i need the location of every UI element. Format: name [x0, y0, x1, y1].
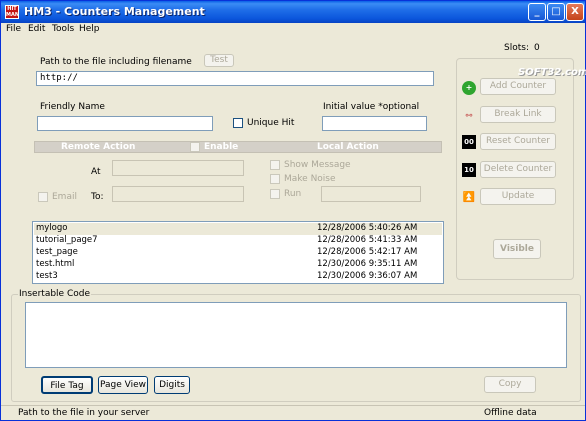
copy-button[interactable]: Copy — [484, 376, 536, 393]
visible-button[interactable]: Visible — [493, 239, 541, 259]
title-bar: HIT MAN HM3 - Counters Management _ □ X — [1, 1, 585, 23]
broken-link-icon: ⚯ — [465, 111, 473, 120]
counter-name: test_page — [36, 247, 78, 257]
counter-date: 12/28/2006 5:40:26 AM — [317, 223, 418, 233]
app-window: HIT MAN HM3 - Counters Management _ □ X … — [0, 0, 586, 421]
file-tag-button[interactable]: File Tag — [41, 376, 93, 394]
counter-name: mylogo — [36, 223, 68, 233]
counter-date: 12/30/2006 9:36:07 AM — [317, 271, 418, 281]
add-icon: + — [462, 81, 476, 95]
to-label: To: — [91, 192, 104, 202]
counter-date: 12/28/2006 5:41:33 AM — [317, 235, 418, 245]
digits-button[interactable]: Digits — [154, 376, 190, 394]
friendly-name-input[interactable] — [37, 116, 213, 131]
page-view-button[interactable]: Page View — [98, 376, 148, 394]
make-noise-label: Make Noise — [284, 174, 336, 184]
at-label: At — [91, 167, 101, 177]
show-message-checkbox[interactable] — [270, 160, 280, 170]
add-counter-button[interactable]: Add Counter — [480, 78, 556, 95]
test-button[interactable]: Test — [204, 54, 234, 67]
status-left-text: Path to the file in your server — [18, 408, 150, 418]
reset-counter-icon: 00 — [462, 135, 476, 149]
email-label: Email — [52, 192, 77, 202]
counter-name: tutorial_page7 — [36, 235, 98, 245]
list-item[interactable]: test_page 12/28/2006 5:42:17 AM — [34, 247, 442, 259]
minimize-button[interactable]: _ — [528, 3, 546, 21]
email-checkbox[interactable] — [38, 192, 48, 202]
menu-bar: File Edit Tools Help — [1, 23, 585, 37]
local-action-label: Local Action — [317, 142, 379, 152]
status-bar: Path to the file in your server Offline … — [1, 405, 585, 420]
delete-counter-icon: 10 — [462, 163, 476, 177]
counter-list[interactable]: mylogo 12/28/2006 5:40:26 AM tutorial_pa… — [32, 221, 444, 284]
list-item[interactable]: test.html 12/30/2006 9:35:11 AM — [34, 259, 442, 271]
insertable-code-label: Insertable Code — [18, 289, 91, 299]
list-item[interactable]: tutorial_page7 12/28/2006 5:41:33 AM — [34, 235, 442, 247]
counter-date: 12/28/2006 5:42:17 AM — [317, 247, 418, 257]
unique-hit-checkbox[interactable] — [233, 118, 243, 128]
to-input[interactable] — [112, 186, 244, 202]
maximize-button[interactable]: □ — [547, 3, 565, 21]
close-button[interactable]: X — [566, 3, 584, 21]
run-checkbox[interactable] — [270, 189, 280, 199]
make-noise-checkbox[interactable] — [270, 174, 280, 184]
initial-value-input[interactable] — [322, 116, 427, 131]
app-logo-icon[interactable]: HIT MAN — [5, 5, 19, 19]
menu-help[interactable]: Help — [79, 24, 100, 34]
watermark-text: SOFT32.com — [518, 67, 586, 78]
insertable-code-textarea[interactable] — [25, 302, 567, 368]
break-link-button[interactable]: Break Link — [480, 106, 556, 123]
enable-label: Enable — [204, 142, 239, 152]
slots-value: 0 — [534, 43, 540, 53]
counter-name: test.html — [36, 259, 75, 269]
at-input[interactable] — [112, 160, 244, 176]
list-item[interactable]: test3 12/30/2006 9:36:07 AM — [34, 271, 442, 283]
remote-action-label: Remote Action — [61, 142, 136, 152]
enable-checkbox[interactable] — [190, 142, 200, 152]
counter-name: test3 — [36, 271, 58, 281]
path-label: Path to the file including filename — [40, 57, 192, 67]
list-item[interactable]: mylogo 12/28/2006 5:40:26 AM — [34, 223, 442, 235]
show-message-label: Show Message — [284, 160, 351, 170]
menu-file[interactable]: File — [6, 24, 21, 34]
run-input[interactable] — [321, 186, 421, 202]
path-input[interactable]: http:// — [36, 71, 434, 86]
status-right-text: Offline data — [484, 408, 537, 418]
slots-label: Slots: — [504, 43, 529, 53]
menu-tools[interactable]: Tools — [52, 24, 74, 34]
delete-counter-button[interactable]: Delete Counter — [480, 161, 556, 178]
reset-counter-button[interactable]: Reset Counter — [480, 133, 556, 150]
update-chevron-icon: ⏫ — [462, 192, 476, 203]
counter-date: 12/30/2006 9:35:11 AM — [317, 259, 418, 269]
update-button[interactable]: Update — [480, 188, 556, 205]
run-label: Run — [284, 189, 302, 199]
unique-hit-label: Unique Hit — [247, 118, 295, 128]
window-title: HM3 - Counters Management — [24, 5, 205, 18]
initial-value-label: Initial value *optional — [323, 102, 420, 112]
menu-edit[interactable]: Edit — [28, 24, 45, 34]
friendly-name-label: Friendly Name — [40, 102, 105, 112]
